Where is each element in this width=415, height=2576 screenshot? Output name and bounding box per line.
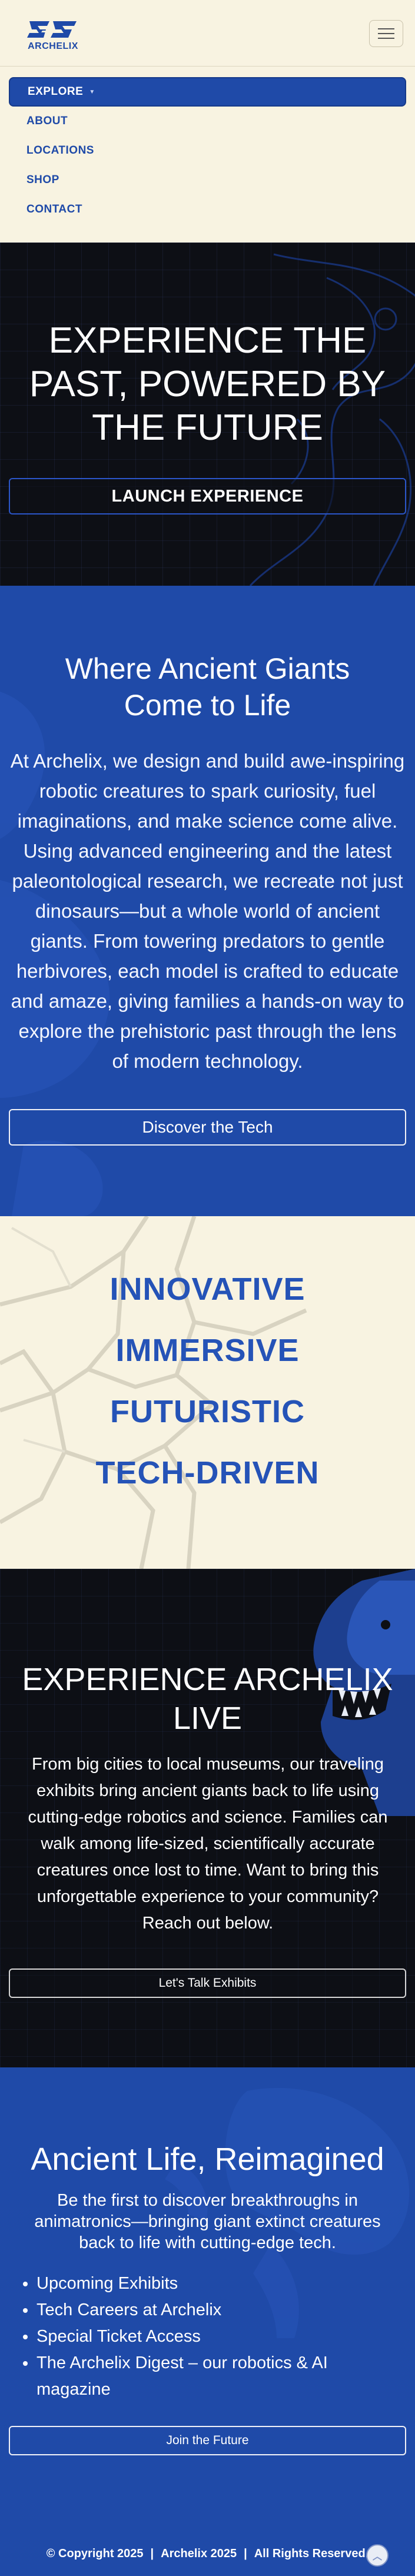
newsletter-lead: Be the first to discover breakthroughs i… <box>34 2191 381 2252</box>
hero-title: EXPERIENCE THE PAST, POWERED BY THE FUTU… <box>29 320 386 448</box>
nav-item-shop[interactable]: SHOP <box>9 165 406 195</box>
newsletter-title: Ancient Life, Reimagined <box>31 2142 384 2177</box>
nav-item-contact[interactable]: CONTACT <box>9 195 406 224</box>
about-section: Where Ancient Giants Come to Life At Arc… <box>0 586 415 1216</box>
values-section: INNOVATIVE IMMERSIVE FUTURISTIC TECH-DRI… <box>0 1216 415 1569</box>
archelix-logo-mark-icon <box>27 21 77 38</box>
discover-tech-button[interactable]: Discover the Tech <box>9 1109 406 1146</box>
nav-item-label: SHOP <box>26 174 59 186</box>
value-word: TECH-DRIVEN <box>95 1455 320 1491</box>
footer-separator: | <box>150 2547 154 2560</box>
hamburger-menu-icon <box>378 28 394 29</box>
footer-copyright: © Copyright 2025 <box>46 2547 144 2560</box>
footer-rights: All Rights Reserved. <box>254 2547 369 2560</box>
value-word: INNOVATIVE <box>109 1272 306 1307</box>
mobile-nav: EXPLORE ▼ ABOUT LOCATIONS SHOP CONTACT <box>0 67 415 243</box>
footer-separator: | <box>244 2547 247 2560</box>
site-header: ARCHELIX <box>0 0 415 67</box>
launch-experience-button[interactable]: LAUNCH EXPERIENCE <box>9 478 406 514</box>
logo-wordmark: ARCHELIX <box>28 41 78 51</box>
city-map-icon <box>0 1216 307 1569</box>
value-word: FUTURISTIC <box>110 1394 305 1429</box>
list-item: The Archelix Digest – our robotics & AI … <box>36 2350 396 2403</box>
archelix-logo[interactable]: ARCHELIX <box>26 18 80 52</box>
about-title: Where Ancient Giants Come to Life <box>65 652 350 722</box>
chevron-up-icon: ︿ <box>372 2552 382 2562</box>
live-exhibits-section: EXPERIENCE ARCHELIX LIVE From big cities… <box>0 1569 415 2067</box>
newsletter-benefits-list: Upcoming Exhibits Tech Careers at Archel… <box>31 2270 396 2403</box>
list-item: Tech Careers at Archelix <box>36 2297 396 2323</box>
list-item: Upcoming Exhibits <box>36 2270 396 2297</box>
live-title: EXPERIENCE ARCHELIX LIVE <box>22 1662 393 1736</box>
join-future-button[interactable]: Join the Future <box>9 2426 406 2455</box>
list-item: Special Ticket Access <box>36 2323 396 2350</box>
hamburger-menu-icon-line <box>378 38 394 39</box>
nav-item-explore[interactable]: EXPLORE ▼ <box>9 77 406 107</box>
menu-toggle-button[interactable] <box>369 20 403 47</box>
chevron-down-icon: ▼ <box>89 88 95 95</box>
live-body: From big cities to local museums, our tr… <box>28 1755 388 1933</box>
scroll-to-top-button[interactable]: ︿ <box>366 2544 389 2567</box>
value-word: IMMERSIVE <box>115 1333 300 1368</box>
nav-item-label: ABOUT <box>26 115 68 127</box>
nav-item-about[interactable]: ABOUT <box>9 107 406 136</box>
hamburger-menu-icon-line <box>378 33 394 34</box>
newsletter-section: Ancient Life, Reimagined Be the first to… <box>0 2067 415 2531</box>
site-footer: © Copyright 2025 | Archelix 2025 | All R… <box>0 2531 415 2576</box>
nav-item-label: EXPLORE <box>28 85 84 98</box>
talk-exhibits-button[interactable]: Let's Talk Exhibits <box>9 1968 406 1998</box>
footer-brand: Archelix 2025 <box>161 2547 237 2560</box>
nav-item-locations[interactable]: LOCATIONS <box>9 136 406 165</box>
about-body: At Archelix, we design and build awe-ins… <box>10 750 405 1072</box>
hero-section: EXPERIENCE THE PAST, POWERED BY THE FUTU… <box>0 243 415 586</box>
nav-item-label: CONTACT <box>26 203 82 215</box>
nav-item-label: LOCATIONS <box>26 144 94 157</box>
